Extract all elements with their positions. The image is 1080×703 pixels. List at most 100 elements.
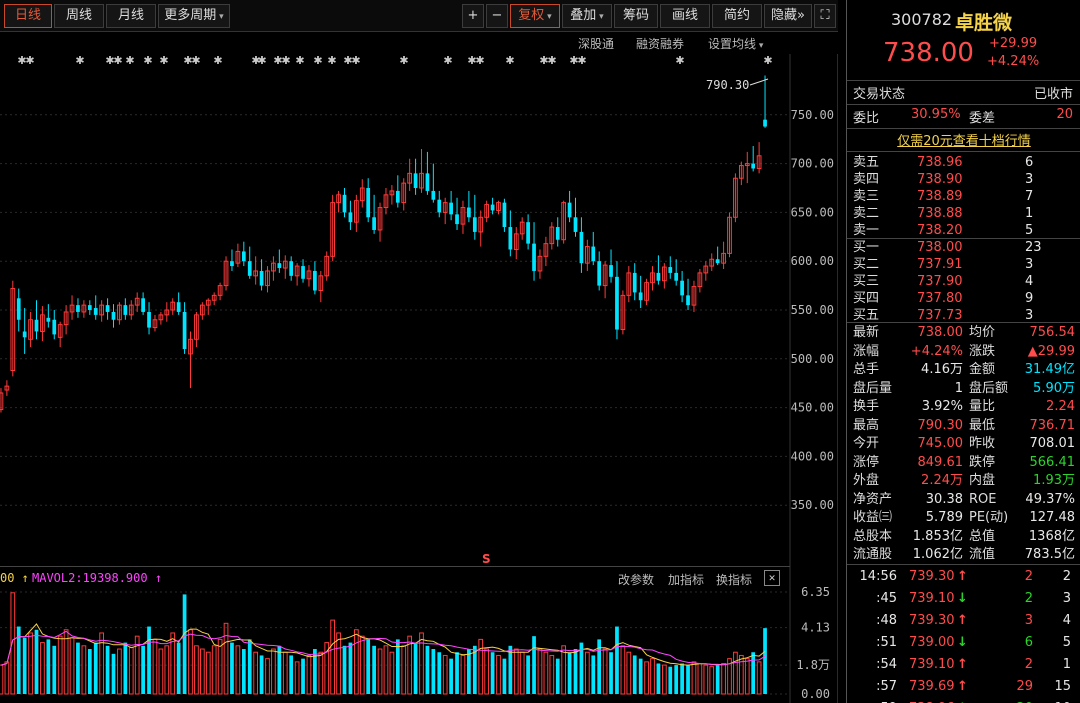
sell-level-row[interactable]: 卖三 738.89 7 (847, 188, 1080, 205)
tab-monthly[interactable]: 月线 (106, 4, 156, 28)
tick-row: :54 739.10 ↑ 2 1 (847, 654, 1080, 676)
event-marker-icon[interactable]: ✱ (313, 54, 322, 67)
event-marker-icon[interactable]: ✱ (213, 54, 222, 67)
volume-bar (478, 638, 484, 695)
edit-params-link[interactable]: 改参数 (618, 571, 654, 588)
stat-label: 最新 (853, 325, 880, 340)
event-marker-icon[interactable]: ✱ (675, 54, 684, 67)
candle-body (532, 243, 536, 271)
level-volume: 1 (1025, 206, 1034, 221)
event-marker-icon[interactable]: ✱ (443, 54, 452, 67)
event-marker-icon[interactable]: ✱ (763, 54, 772, 67)
candle-body (508, 227, 513, 250)
hk-connect-link[interactable]: 深股通 (578, 35, 614, 52)
volume-bar (721, 662, 726, 695)
sell-level-row[interactable]: 卖四 738.90 3 (847, 171, 1080, 188)
hide-button[interactable]: 隐藏» (764, 4, 812, 28)
more-periods-dropdown[interactable]: 更多周期 (158, 4, 230, 28)
candle-body (668, 267, 673, 273)
stat-label: 涨幅 (853, 343, 880, 359)
volume-bar (141, 645, 145, 694)
event-marker-icon[interactable]: ✱ (281, 54, 290, 67)
price-tick-label: 450.00 (791, 401, 834, 415)
event-marker-icon[interactable]: ✱ (257, 54, 266, 67)
level-price: 738.89 (917, 189, 963, 204)
event-marker-icon[interactable]: ✱ (475, 54, 484, 67)
tick-price: 739.10 (909, 657, 955, 672)
price-tick-label: 700.00 (791, 157, 834, 171)
event-marker-icon[interactable]: ✱ (505, 54, 514, 67)
chips-button[interactable]: 筹码 (614, 4, 658, 28)
tab-daily[interactable]: 日线 (4, 4, 52, 28)
adjust-dropdown[interactable]: 复权 (510, 4, 560, 28)
sell-level-row[interactable]: 卖一 738.20 5 (847, 222, 1080, 239)
stat-value: 783.5亿 (1024, 547, 1075, 562)
event-marker-icon[interactable]: ✱ (295, 54, 304, 67)
event-marker-icon[interactable]: ✱ (125, 54, 134, 67)
stat-row: 涨停 849.61 跌停 566.41 (847, 454, 1080, 472)
add-indicator-link[interactable]: 加指标 (668, 571, 704, 588)
volume-bar (413, 642, 418, 694)
stat-value: 5.789 (925, 510, 963, 525)
margin-trading-link[interactable]: 融资融券 (636, 35, 684, 52)
stat-value: 3.92% (921, 399, 963, 414)
volume-bar (425, 645, 430, 694)
period-toolbar: 日线 周线 月线 更多周期 + − 复权 叠加 筹码 画线 简约 隐藏» ⛶ (0, 0, 838, 32)
event-marker-icon[interactable]: ✱ (75, 54, 84, 67)
event-marker-icon[interactable]: ✱ (25, 54, 34, 67)
event-marker-icon[interactable]: ✱ (547, 54, 556, 67)
level-price: 737.90 (917, 274, 963, 289)
buy-level-row[interactable]: 买四 737.80 9 (847, 290, 1080, 307)
tick-direction-icon: ↑ (957, 569, 968, 584)
zoom-out-button[interactable]: − (486, 4, 508, 28)
promo-link[interactable]: 仅需20元查看十档行情 (897, 134, 1031, 149)
event-marker-icon[interactable]: ✱ (143, 54, 152, 67)
promo-row[interactable]: 仅需20元查看十档行情 (847, 130, 1080, 150)
stat-value: 30.38 (925, 491, 963, 507)
level-volume: 6 (1025, 155, 1034, 170)
ma-settings-link[interactable]: 设置均线 (708, 35, 763, 52)
sell-level-row[interactable]: 卖五 738.96 6 (847, 154, 1080, 171)
volume-bar (543, 651, 549, 695)
event-marker-icon[interactable]: ✱ (327, 54, 336, 67)
candle-body (502, 202, 507, 228)
weicha-label: 委差 (969, 111, 996, 126)
candle-body (366, 188, 371, 218)
double-chevron-icon: » (797, 8, 805, 23)
fullscreen-icon[interactable]: ⛶ (814, 4, 836, 28)
quote-panel: 300782 卓胜微 738.00 +29.99 +4.24% 交易状态 已收市… (846, 0, 1080, 703)
volume-bar (348, 642, 353, 694)
overlay-dropdown[interactable]: 叠加 (562, 4, 612, 28)
event-marker-icon[interactable]: ✱ (351, 54, 360, 67)
tab-weekly[interactable]: 周线 (54, 4, 104, 28)
tick-time: :51 (876, 635, 897, 650)
event-marker-icon[interactable]: ✱ (159, 54, 168, 67)
zoom-in-button[interactable]: + (462, 4, 484, 28)
volume-bar (591, 655, 596, 694)
candle-body (656, 272, 661, 281)
stat-value: 1 (954, 380, 963, 396)
stat-label: ROE (969, 491, 997, 507)
buy-level-row[interactable]: 买二 737.91 3 (847, 256, 1080, 273)
volume-bar (330, 619, 336, 695)
volume-bar (555, 658, 560, 694)
candle-body (638, 292, 643, 301)
draw-line-button[interactable]: 画线 (660, 4, 710, 28)
overlay-label: 叠加 (570, 8, 597, 23)
close-indicator-icon[interactable]: ✕ (764, 570, 780, 586)
switch-indicator-link[interactable]: 换指标 (716, 571, 752, 588)
kline-chart[interactable]: ✱✱ ✱ ✱✱ ✱ ✱ ✱ ✱✱ ✱ ✱✱ ✱✱ ✱ ✱ ✱ ✱✱ ✱ ✱ ✱✱ ✱ ✱✱ ✱✱ ✱ ✱ 750.00 70… (0, 54, 838, 703)
simple-mode-button[interactable]: 简约 (712, 4, 762, 28)
tick-time: :45 (876, 591, 897, 606)
buy-level-row[interactable]: 买三 737.90 4 (847, 273, 1080, 290)
event-marker-icon[interactable]: ✱ (577, 54, 586, 67)
event-marker-icon[interactable]: ✱ (191, 54, 200, 67)
buy-level-row[interactable]: 买一 738.00 23 (847, 239, 1080, 256)
volume-tick-label: 1.8万 (796, 658, 830, 672)
event-marker-icon[interactable]: ✱ (113, 54, 122, 67)
volume-bar (756, 661, 762, 695)
sell-level-row[interactable]: 卖二 738.88 1 (847, 205, 1080, 222)
tick-count: 1 (1062, 657, 1071, 672)
event-marker-icon[interactable]: ✱ (399, 54, 408, 67)
volume-bar (650, 658, 655, 695)
